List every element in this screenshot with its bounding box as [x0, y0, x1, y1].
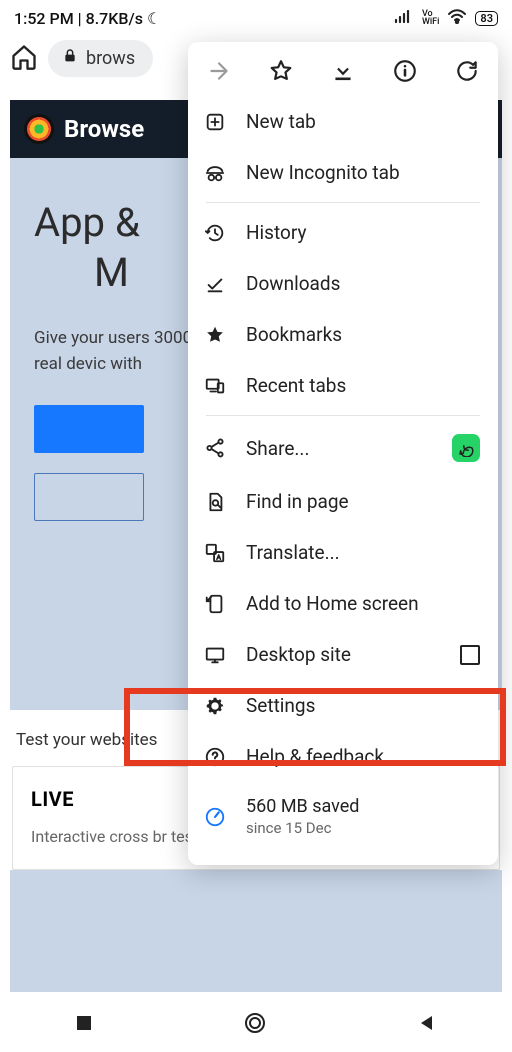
battery-icon: 83 — [475, 11, 498, 26]
star-icon[interactable] — [268, 58, 294, 84]
lock-icon — [62, 48, 78, 69]
menu-label: Bookmarks — [246, 323, 342, 346]
url-text: brows — [86, 48, 135, 69]
refresh-icon[interactable] — [454, 58, 480, 84]
menu-bookmarks[interactable]: Bookmarks — [196, 309, 490, 360]
hero-body: Give your users 3000+ real devic with — [34, 326, 204, 377]
menu-list: New tab New Incognito tab History Downlo… — [188, 96, 498, 851]
brand-name: Browse — [64, 115, 144, 143]
status-time: 1:52 PM — [14, 9, 74, 28]
menu-divider — [206, 202, 480, 203]
menu-label: Add to Home screen — [246, 592, 419, 615]
menu-new-tab[interactable]: New tab — [196, 96, 490, 147]
secondary-cta-button[interactable] — [34, 473, 144, 521]
plus-square-icon — [202, 111, 228, 133]
menu-label: Find in page — [246, 490, 349, 513]
incognito-icon — [202, 162, 228, 184]
menu-label: Help & feedback — [246, 745, 384, 768]
data-saved-amount: 560 MB saved — [246, 796, 359, 819]
translate-icon — [202, 542, 228, 564]
primary-cta-button[interactable] — [34, 405, 144, 453]
wifi-icon — [447, 8, 467, 28]
gauge-icon — [202, 806, 228, 828]
moon-icon: ☾ — [147, 9, 161, 28]
add-home-icon — [202, 593, 228, 615]
menu-label: Recent tabs — [246, 374, 346, 397]
menu-label: Translate... — [246, 541, 340, 564]
menu-add-home[interactable]: Add to Home screen — [196, 578, 490, 629]
menu-find-in-page[interactable]: Find in page — [196, 476, 490, 527]
help-icon — [202, 746, 228, 768]
home-icon[interactable] — [10, 43, 38, 75]
menu-label: New tab — [246, 110, 316, 133]
menu-label: Downloads — [246, 272, 340, 295]
menu-label: Share... — [246, 437, 309, 460]
menu-label: Desktop site — [246, 643, 351, 666]
menu-desktop-site[interactable]: Desktop site — [196, 629, 490, 680]
menu-label: New Incognito tab — [246, 161, 400, 184]
menu-settings[interactable]: Settings — [196, 680, 490, 731]
status-bar: 1:52 PM | 8.7KB/s ☾ VoWiFi 83 — [0, 0, 512, 34]
back-icon[interactable] — [417, 1013, 437, 1037]
status-netspeed: 8.7KB/s — [86, 9, 143, 28]
menu-label: Settings — [246, 694, 315, 717]
download-icon[interactable] — [330, 58, 356, 84]
data-saved-text: 560 MB saved since 15 Dec — [246, 796, 359, 837]
find-in-page-icon — [202, 491, 228, 513]
home-circle-icon[interactable] — [243, 1011, 267, 1039]
data-saved-sub: since 15 Dec — [246, 819, 359, 838]
forward-icon[interactable] — [206, 58, 232, 84]
status-right: VoWiFi 83 — [394, 8, 498, 28]
menu-data-saved[interactable]: 560 MB saved since 15 Dec — [196, 782, 490, 851]
gear-icon — [202, 695, 228, 717]
info-icon[interactable] — [392, 58, 418, 84]
status-left: 1:52 PM | 8.7KB/s ☾ — [14, 9, 161, 28]
menu-top-row — [188, 50, 498, 96]
devices-icon — [202, 375, 228, 397]
share-icon — [202, 437, 228, 459]
desktop-icon — [202, 644, 228, 666]
system-nav-bar — [0, 998, 512, 1052]
check-underline-icon — [202, 273, 228, 295]
vowifi-icon: VoWiFi — [422, 10, 439, 26]
address-bar[interactable]: brows — [48, 40, 153, 77]
menu-translate[interactable]: Translate... — [196, 527, 490, 578]
star-fill-icon — [202, 324, 228, 346]
menu-downloads[interactable]: Downloads — [196, 258, 490, 309]
history-icon — [202, 222, 228, 244]
menu-share[interactable]: Share... — [196, 420, 490, 476]
recent-apps-icon[interactable] — [75, 1014, 93, 1036]
browserstack-logo-icon — [24, 114, 54, 144]
menu-history[interactable]: History — [196, 207, 490, 258]
menu-help[interactable]: Help & feedback — [196, 731, 490, 782]
whatsapp-icon[interactable] — [452, 434, 480, 462]
menu-label: History — [246, 221, 306, 244]
browser-menu: New tab New Incognito tab History Downlo… — [188, 42, 498, 865]
menu-incognito[interactable]: New Incognito tab — [196, 147, 490, 198]
desktop-site-checkbox[interactable] — [460, 645, 480, 665]
menu-divider — [206, 415, 480, 416]
signal-icon — [394, 9, 414, 28]
menu-recent-tabs[interactable]: Recent tabs — [196, 360, 490, 411]
